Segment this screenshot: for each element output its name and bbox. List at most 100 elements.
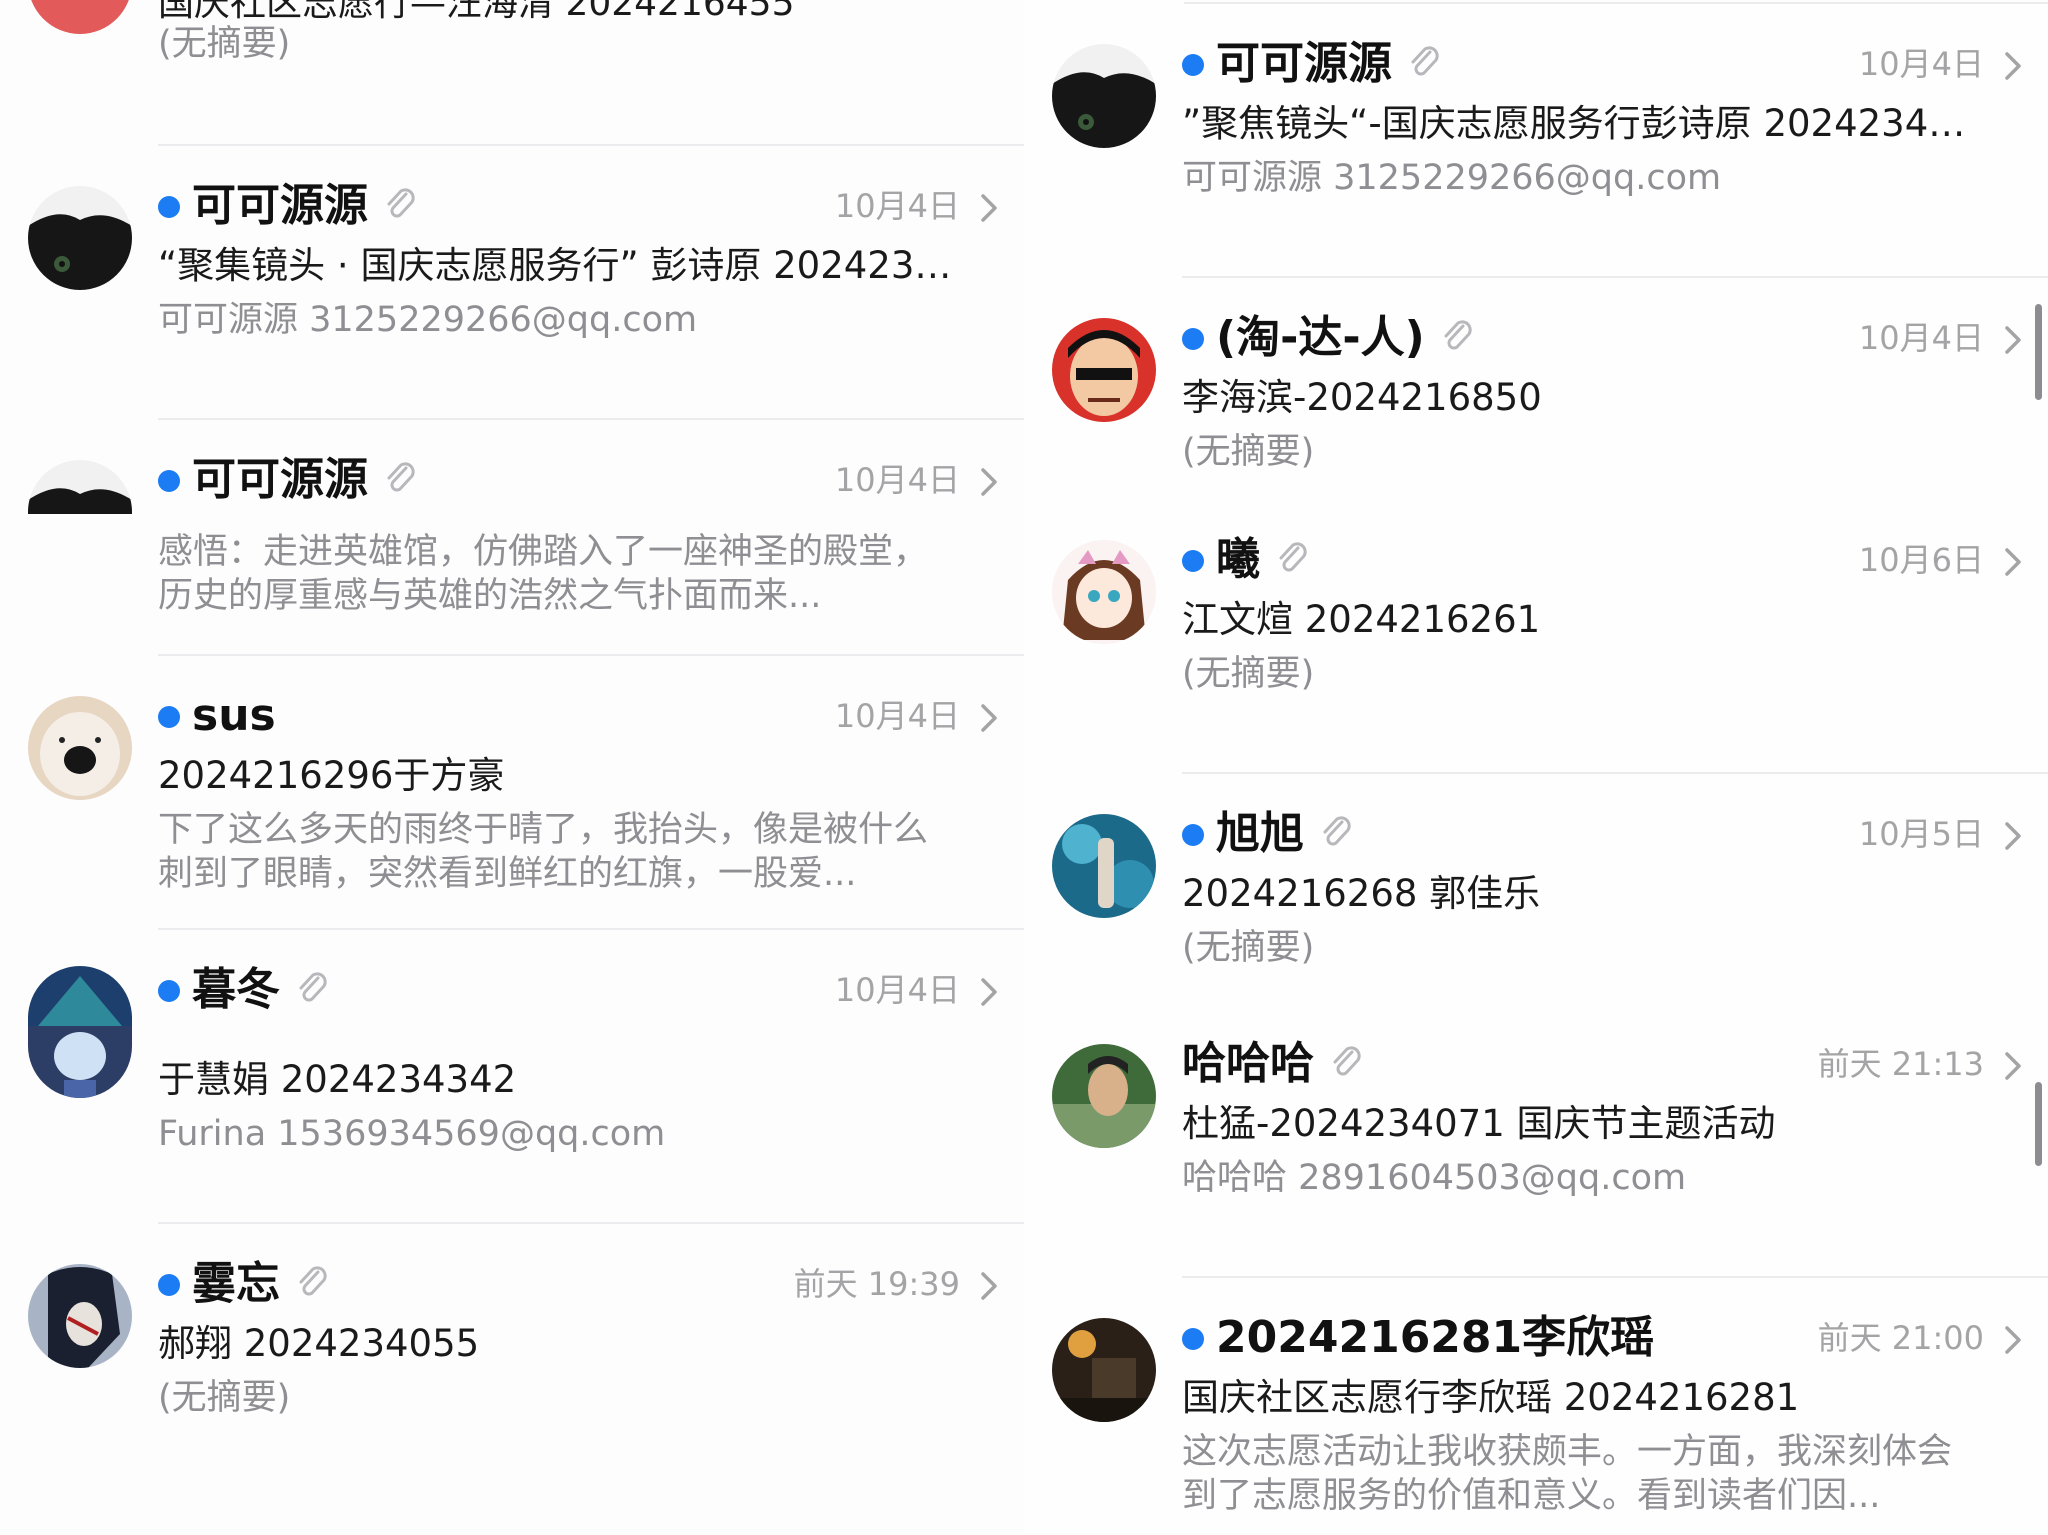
- avatar: [1052, 540, 1156, 644]
- mail-date: 10月6日: [1858, 541, 1984, 579]
- avatar: [1052, 1318, 1156, 1422]
- sender-name: 可可源源: [1216, 38, 1392, 89]
- mail-date: 10月4日: [1858, 45, 1984, 83]
- avatar: [28, 186, 132, 290]
- mail-preview: 哈哈哈 2891604503@qq.com: [1182, 1158, 1687, 1198]
- avatar: [1052, 44, 1156, 148]
- sender-name: sus: [192, 690, 276, 741]
- unread-dot-icon: [1182, 824, 1204, 846]
- mail-date: 10月4日: [834, 187, 960, 225]
- unread-dot-icon: [1182, 550, 1204, 572]
- paperclip-icon: [1439, 318, 1477, 356]
- avatar: [28, 460, 132, 514]
- mail-preview: 这次志愿活动让我收获颇丰。一方面，我深刻体会到了志愿服务的价值和意义。看到读者们…: [1182, 1432, 1953, 1516]
- sender-name: (淘-达-人): [1216, 312, 1425, 363]
- unread-dot-icon: [158, 196, 180, 218]
- partial-mail-top[interactable]: 国庆社区志愿行—汪海清 2024216455 (无摘要): [0, 0, 1024, 140]
- mail-preview: 下了这么多天的雨终于晴了，我抬头，像是被什么刺到了眼睛，突然看到鲜红的红旗，一股…: [158, 810, 929, 894]
- sender-name: 哈哈哈: [1182, 1038, 1314, 1089]
- paperclip-icon: [1274, 540, 1312, 578]
- mail-date: 10月5日: [1858, 815, 1984, 853]
- mail-sender: 霎忘: [192, 1254, 332, 1314]
- avatar: [28, 1026, 132, 1098]
- mail-preview: (无摘要): [158, 1378, 291, 1418]
- avatar: [28, 966, 132, 1026]
- mail-preview: 可可源源 3125229266@qq.com: [1182, 158, 1722, 198]
- mail-item[interactable]: sus 10月4日 2024216296于方豪 下了这么多天的雨终于晴了，我抬头…: [0, 656, 1024, 926]
- mail-sender: 旭旭: [1216, 804, 1356, 864]
- sender-name: 暮冬: [192, 964, 280, 1015]
- mail-date: 10月4日: [834, 461, 960, 499]
- mail-preview: (无摘要): [1182, 928, 1315, 968]
- mail-item[interactable]: 曦 10月6日 江文煊 2024216261 (无摘要): [1024, 500, 2048, 770]
- mail-item[interactable]: 可可源源 10月4日 “聚集镜头 · 国庆志愿服务行” 彭诗原 2024234.…: [0, 146, 1024, 416]
- mail-preview: (无摘要): [1182, 654, 1315, 694]
- mail-preview: (无摘要): [1182, 432, 1315, 472]
- mail-item[interactable]: 霎忘 前天 19:39 郝翔 2024234055 (无摘要): [0, 1224, 1024, 1494]
- mail-date: 前天 21:00: [1817, 1319, 1984, 1357]
- sender-name: 曦: [1216, 534, 1260, 585]
- chevron-right-icon: [1998, 816, 2028, 856]
- avatar: [1052, 814, 1156, 918]
- paperclip-icon: [1318, 814, 1356, 852]
- mail-subject: 2024216268 郭佳乐: [1182, 872, 1541, 915]
- paperclip-icon: [294, 1264, 332, 1302]
- mail-subject: 2024216296于方豪: [158, 754, 505, 797]
- mail-item[interactable]: 哈哈哈 前天 21:13 杜猛-2024234071 国庆节主题活动 哈哈哈 2…: [1024, 1004, 2048, 1274]
- chevron-right-icon: [1998, 542, 2028, 582]
- unread-dot-icon: [1182, 1328, 1204, 1350]
- mail-sender: 可可源源: [192, 176, 420, 236]
- mail-item[interactable]: (淘-达-人) 10月4日 李海滨-2024216850 (无摘要): [1024, 278, 2048, 500]
- mail-subject: 国庆社区志愿行李欣瑶 2024216281: [1182, 1376, 1800, 1419]
- mail-preview: 感悟：走进英雄馆，仿佛踏入了一座神圣的殿堂，历史的厚重感与英雄的浩然之气扑面而来…: [158, 532, 929, 616]
- unread-dot-icon: [1182, 54, 1204, 76]
- mail-item[interactable]: 暮冬 10月4日 于慧娟 2024234342 Furina 153693456…: [0, 930, 1024, 1218]
- mail-preview: 可可源源 3125229266@qq.com: [158, 300, 698, 340]
- mail-subject: 郝翔 2024234055: [158, 1322, 480, 1365]
- chevron-right-icon: [974, 462, 1004, 502]
- avatar: [28, 0, 132, 34]
- paperclip-icon: [382, 186, 420, 224]
- unread-dot-icon: [158, 706, 180, 728]
- sender-name: 可可源源: [192, 454, 368, 505]
- mail-date: 前天 19:39: [793, 1265, 960, 1303]
- mail-sender: 哈哈哈: [1182, 1034, 1366, 1094]
- sender-name: 旭旭: [1216, 808, 1304, 859]
- chevron-right-icon: [974, 1266, 1004, 1306]
- mail-item[interactable]: 可可源源 10月4日 感悟：走进英雄馆，仿佛踏入了一座神圣的殿堂，历史的厚重感与…: [0, 420, 1024, 652]
- mail-sender: (淘-达-人): [1216, 308, 1477, 368]
- mail-date: 10月4日: [834, 971, 960, 1009]
- paperclip-icon: [382, 460, 420, 498]
- unread-dot-icon: [158, 1274, 180, 1296]
- chevron-right-icon: [1998, 1046, 2028, 1086]
- chevron-right-icon: [974, 972, 1004, 1012]
- sender-name: 2024216281李欣瑶: [1216, 1312, 1655, 1363]
- mail-subject: 于慧娟 2024234342: [158, 1058, 517, 1101]
- avatar: [28, 1264, 132, 1368]
- mail-item[interactable]: 可可源源 10月4日 ”聚焦镜头“-国庆志愿服务行彭诗原 20242343...…: [1024, 4, 2048, 274]
- sender-name: 可可源源: [192, 180, 368, 231]
- scrollbar[interactable]: [2035, 304, 2042, 400]
- mail-list-left: 国庆社区志愿行—汪海清 2024216455 (无摘要) 可可源源 10月4日 …: [0, 0, 1024, 1535]
- mail-sender: sus: [192, 686, 276, 746]
- paperclip-icon: [1406, 44, 1444, 82]
- unread-dot-icon: [1182, 328, 1204, 350]
- mail-item[interactable]: 旭旭 10月5日 2024216268 郭佳乐 (无摘要): [1024, 774, 2048, 1004]
- mail-list-right: 可可源源 10月4日 ”聚焦镜头“-国庆志愿服务行彭诗原 20242343...…: [1024, 0, 2048, 1535]
- mail-item[interactable]: 2024216281李欣瑶 前天 21:00 国庆社区志愿行李欣瑶 202421…: [1024, 1278, 2048, 1535]
- chevron-right-icon: [1998, 320, 2028, 360]
- unread-dot-icon: [158, 980, 180, 1002]
- mail-date: 10月4日: [834, 697, 960, 735]
- avatar: [1052, 318, 1156, 422]
- paperclip-icon: [1328, 1044, 1366, 1082]
- mail-subject: 江文煊 2024216261: [1182, 598, 1541, 641]
- mail-subject: 杜猛-2024234071 国庆节主题活动: [1182, 1102, 1776, 1145]
- mail-sender: 可可源源: [192, 450, 420, 510]
- mail-sender: 暮冬: [192, 960, 332, 1020]
- mail-preview: Furina 1536934569@qq.com: [158, 1114, 666, 1154]
- mail-sender: 2024216281李欣瑶: [1216, 1308, 1654, 1368]
- mail-subject: 李海滨-2024216850: [1182, 376, 1542, 419]
- unread-dot-icon: [158, 470, 180, 492]
- scrollbar[interactable]: [2035, 1082, 2042, 1166]
- chevron-right-icon: [1998, 1320, 2028, 1360]
